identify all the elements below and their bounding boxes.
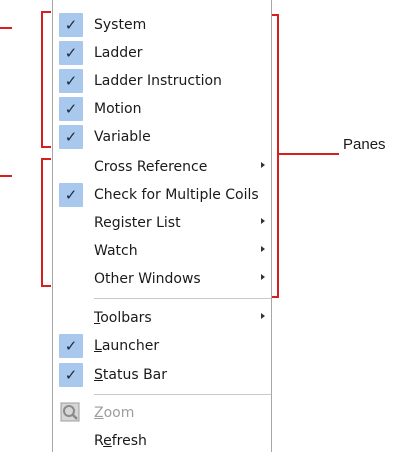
label-start: R	[94, 433, 104, 449]
check-icon: ✓	[59, 41, 83, 65]
label-rest: auncher	[101, 338, 160, 354]
annotation-bracket-left-upper	[41, 11, 51, 148]
menu-item-ladder-instruction[interactable]: ✓ Ladder Instruction	[53, 67, 271, 95]
check-icon: ✓	[59, 334, 83, 358]
menu-item-label: Motion	[94, 101, 142, 117]
label-rest: oom	[103, 405, 135, 421]
menu-item-refresh[interactable]: Refresh	[53, 427, 271, 455]
submenu-arrow-icon	[261, 313, 265, 319]
check-icon: ✓	[59, 97, 83, 121]
menu-item-label: Zoom	[94, 402, 134, 424]
menu-item-motion[interactable]: ✓ Motion	[53, 95, 271, 123]
panes-label: Panes	[343, 136, 386, 153]
menu-item-register-list[interactable]: Register List	[53, 209, 271, 237]
menu-item-check-multiple-coils[interactable]: ✓ Check for Multiple Coils	[53, 181, 271, 209]
annotation-bracket-left-lower	[41, 158, 51, 287]
label-rest: oolbars	[100, 310, 152, 326]
menu-item-label: Refresh	[94, 430, 147, 452]
menu-item-other-windows[interactable]: Other Windows	[53, 265, 271, 293]
label-rest: fresh	[111, 433, 147, 449]
menu-item-ladder[interactable]: ✓ Ladder	[53, 39, 271, 67]
check-icon: ✓	[59, 183, 83, 207]
label-rest: tatus Bar	[102, 367, 168, 383]
accesskey: S	[94, 367, 103, 383]
check-icon: ✓	[59, 13, 83, 37]
menu-item-cross-reference[interactable]: Cross Reference	[53, 153, 271, 181]
accesskey: e	[103, 433, 112, 449]
annotation-line-mid-left	[0, 175, 12, 177]
menu-item-status-bar[interactable]: ✓ Status Bar	[53, 361, 271, 389]
menu-item-label: Launcher	[94, 335, 159, 357]
menu-item-label: Variable	[94, 129, 151, 145]
check-icon: ✓	[59, 69, 83, 93]
submenu-arrow-icon	[261, 218, 265, 224]
menu-item-label: Ladder	[94, 45, 143, 61]
menu-item-label: Cross Reference	[94, 159, 208, 175]
menu-item-launcher[interactable]: ✓ Launcher	[53, 332, 271, 360]
menu-item-system[interactable]: ✓ System	[53, 11, 271, 39]
accesskey: L	[94, 338, 102, 354]
annotation-line-top-left	[0, 27, 12, 29]
menu-item-zoom: Zoom	[53, 399, 271, 427]
menu-item-label: Toolbars	[94, 307, 152, 329]
submenu-arrow-icon	[261, 246, 265, 252]
menu-item-label: Status Bar	[94, 364, 167, 386]
view-menu: ✓ System ✓ Ladder ✓ Ladder Instruction ✓…	[52, 0, 272, 452]
menu-item-label: Other Windows	[94, 271, 201, 287]
menu-item-label: Watch	[94, 243, 138, 259]
zoom-icon	[60, 402, 80, 422]
menu-item-label: Check for Multiple Coils	[94, 187, 259, 203]
menu-item-label: System	[94, 17, 147, 33]
check-icon: ✓	[59, 125, 83, 149]
menu-item-label: Ladder Instruction	[94, 73, 222, 89]
menu-item-label: Register List	[94, 215, 181, 231]
menu-item-toolbars[interactable]: Toolbars	[53, 304, 271, 332]
accesskey: Z	[94, 405, 104, 421]
menu-separator	[94, 298, 271, 299]
menu-item-variable[interactable]: ✓ Variable	[53, 123, 271, 151]
menu-separator	[94, 394, 271, 395]
check-icon: ✓	[59, 363, 83, 387]
submenu-arrow-icon	[261, 274, 265, 280]
submenu-arrow-icon	[261, 162, 265, 168]
menu-item-watch[interactable]: Watch	[53, 237, 271, 265]
annotation-panes-line	[279, 153, 339, 155]
